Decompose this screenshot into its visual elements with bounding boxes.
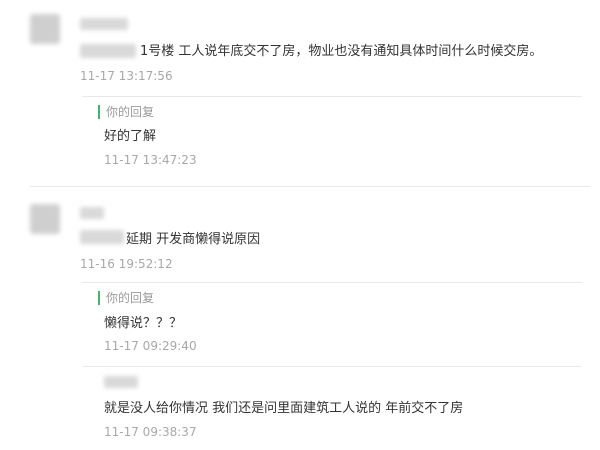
comment-text: 1号楼 工人说年底交不了房，物业也没有通知具体时间什么时候交房。	[140, 44, 543, 59]
comment-prefix-redacted	[80, 230, 124, 244]
reply-label: 你的回复	[98, 105, 154, 119]
reply-timestamp: 11-17 13:47:23	[104, 153, 197, 167]
username-redacted	[104, 376, 138, 388]
reply-text: 懒得说？？？	[104, 316, 183, 331]
avatar	[30, 14, 60, 44]
username-redacted	[80, 207, 104, 219]
avatar	[30, 204, 60, 234]
reply-text: 好的了解	[104, 129, 157, 144]
comment-text: 延期 开发商懒得说原因	[126, 232, 261, 247]
username-redacted	[80, 18, 128, 30]
comment-prefix-redacted	[80, 44, 136, 58]
comment-divider	[30, 186, 590, 187]
reply-label: 你的回复	[98, 291, 154, 305]
followup-text: 就是没人给你情况 我们还是问里面建筑工人说的 年前交不了房	[104, 401, 464, 416]
comment-timestamp: 11-17 13:17:56	[80, 69, 173, 83]
followup-timestamp: 11-17 09:38:37	[104, 425, 197, 439]
comment-timestamp: 11-16 19:52:12	[80, 257, 173, 271]
reply-timestamp: 11-17 09:29:40	[104, 339, 197, 353]
reply-divider	[82, 366, 582, 367]
